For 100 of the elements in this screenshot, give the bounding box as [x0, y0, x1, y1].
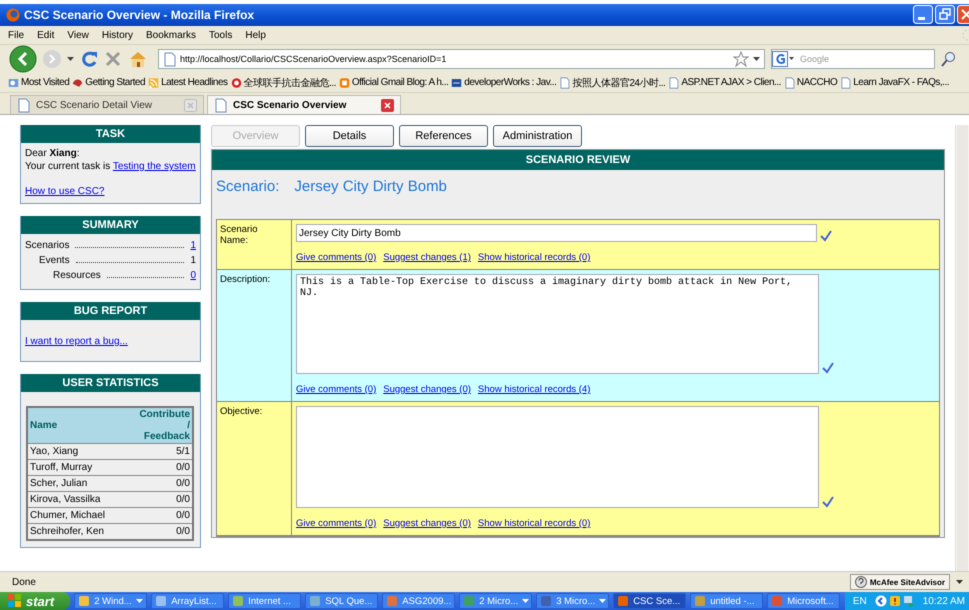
reload-icon[interactable]	[80, 50, 98, 68]
search-icon[interactable]	[941, 51, 955, 67]
taskbar-button[interactable]: SQL Que...	[305, 593, 378, 609]
star-icon[interactable]	[733, 51, 749, 67]
minimize-icon[interactable]	[913, 5, 933, 24]
help-link[interactable]: How to use CSC?	[25, 186, 104, 197]
menu-item[interactable]: View	[67, 30, 89, 40]
bug-report-link[interactable]: I want to report a bug...	[25, 336, 128, 347]
taskbar-button[interactable]: 2 Wind...	[74, 593, 148, 609]
home-icon[interactable]	[128, 50, 148, 68]
action-link[interactable]: Show historical records (0)	[478, 518, 590, 529]
field-label: Objective:	[220, 406, 262, 417]
bookmark-item[interactable]: Getting Started	[72, 76, 146, 88]
taskbar-button[interactable]: CSC Sce...	[613, 593, 686, 609]
summary-label: Resources	[53, 269, 101, 283]
firefox-icon	[6, 8, 20, 22]
action-link[interactable]: Give comments (0)	[296, 384, 376, 395]
address-field[interactable]: http://localhost/Collario/CSCScenarioOverview.aspx?ScenarioID=1	[158, 49, 765, 69]
app-icon	[463, 595, 476, 607]
taskbar-button[interactable]: untitled -...	[690, 593, 764, 609]
dropdown-icon	[136, 597, 143, 605]
text-area[interactable]: This is a Table-Top Exercise to discuss a imaginary dirty bomb attack in New Port, NJ.	[296, 274, 819, 374]
bookmark-item[interactable]: 全球联手抗击金融危...	[230, 76, 336, 90]
app-icon	[771, 595, 784, 607]
menu-item[interactable]: Help	[245, 30, 266, 40]
table-cell: 5/1	[137, 444, 193, 460]
action-link[interactable]: Give comments (0)	[296, 518, 376, 529]
stop-icon[interactable]	[104, 50, 122, 68]
bookmark-item[interactable]: Learn JavaFX - FAQs,...	[840, 76, 949, 88]
page-tab[interactable]: References	[399, 125, 488, 147]
dropdown-icon[interactable]	[956, 578, 963, 586]
taskbar-button[interactable]: 3 Micro...	[536, 593, 610, 609]
action-link[interactable]: Suggest changes (0)	[383, 518, 471, 529]
table-cell: Chumer, Michael	[27, 508, 138, 524]
page-tab[interactable]: Administration	[493, 125, 582, 147]
back-icon[interactable]	[9, 45, 37, 73]
page-tab[interactable]: Details	[305, 125, 394, 147]
clock: 10:22 AM	[922, 596, 965, 606]
app-icon	[617, 595, 630, 607]
action-link[interactable]: Show historical records (4)	[478, 384, 590, 395]
chevron-icon[interactable]	[874, 595, 887, 607]
app-icon	[694, 595, 706, 607]
taskbar-button[interactable]: 2 Micro...	[459, 593, 532, 609]
field-label: Description:	[220, 274, 270, 285]
action-link[interactable]: Suggest changes (1)	[383, 252, 471, 263]
bookmark-item[interactable]: ASP.NET AJAX > Clien...	[668, 76, 781, 88]
browser-tab[interactable]: CSC Scenario Overview	[207, 95, 401, 114]
taskbar-button[interactable]: ASG2009...	[382, 593, 456, 609]
taskbar-button[interactable]: ArrayList...	[151, 593, 224, 609]
app-icon	[78, 595, 90, 607]
taskbar-button[interactable]: Internet ...	[228, 593, 302, 609]
table-cell: 0/0	[137, 508, 193, 524]
check-icon	[822, 496, 834, 508]
bookmark-item[interactable]: 按照人体器官24小时...	[559, 76, 666, 90]
dropdown-icon[interactable]	[753, 55, 760, 63]
close-icon[interactable]	[381, 98, 394, 112]
menu-item[interactable]: Tools	[209, 30, 232, 40]
action-link[interactable]: Show historical records (0)	[478, 252, 590, 263]
field-label: Scenario Name:	[220, 224, 258, 246]
action-link[interactable]: Suggest changes (0)	[383, 384, 471, 395]
addon-button[interactable]: McAfee SiteAdvisor	[850, 574, 950, 590]
dropdown-icon	[599, 597, 606, 605]
page-icon	[559, 76, 570, 88]
page-icon	[840, 76, 852, 88]
google-icon[interactable]	[772, 51, 794, 67]
task-link[interactable]: Testing the system	[112, 161, 196, 172]
browser-tab[interactable]: CSC Scenario Detail View	[10, 95, 204, 114]
warning-icon[interactable]	[888, 595, 901, 607]
action-link[interactable]: Give comments (0)	[296, 252, 376, 263]
table-cell: Yao, Xiang	[27, 444, 138, 460]
status-text: Done	[12, 576, 36, 588]
table-cell: Turoff, Murray	[27, 460, 138, 476]
bookmark-item[interactable]: NACCHO	[784, 76, 838, 88]
taskbar-button[interactable]: Microsoft...	[767, 593, 840, 609]
restore-icon[interactable]	[935, 5, 955, 24]
panel-header: TASK	[21, 125, 200, 143]
dropdown-icon[interactable]	[67, 55, 74, 63]
page-icon	[163, 52, 176, 66]
menu-item[interactable]: History	[102, 30, 133, 40]
column-header: Name	[27, 407, 138, 444]
panel-header: USER STATISTICS	[21, 374, 200, 392]
check-icon	[820, 230, 832, 242]
menu-item[interactable]: Edit	[37, 30, 54, 40]
greeting-text: Dear Xiang:	[25, 147, 80, 160]
panel-header: SUMMARY	[21, 216, 200, 234]
menu-item[interactable]: Bookmarks	[146, 30, 196, 40]
start-button[interactable]: start	[0, 592, 70, 610]
count-link[interactable]: 1	[190, 238, 196, 253]
text-area[interactable]	[296, 406, 819, 508]
menu-item[interactable]: File	[8, 30, 24, 40]
bookmark-item[interactable]: Official Gmail Blog: A h...	[338, 76, 448, 88]
count-link[interactable]: 0	[190, 268, 196, 283]
app-icon	[386, 595, 398, 607]
column-header: Contribute / Feedback	[137, 407, 193, 444]
bookmark-item[interactable]: developerWorks : Jav...	[451, 76, 556, 88]
text-input[interactable]: Jersey City Dirty Bomb	[296, 224, 817, 242]
bookmark-item[interactable]: Most Visited	[8, 76, 70, 88]
app-icon	[540, 595, 552, 607]
scrollbar[interactable]	[955, 125, 969, 571]
bookmark-item[interactable]: Latest Headlines	[148, 76, 228, 88]
